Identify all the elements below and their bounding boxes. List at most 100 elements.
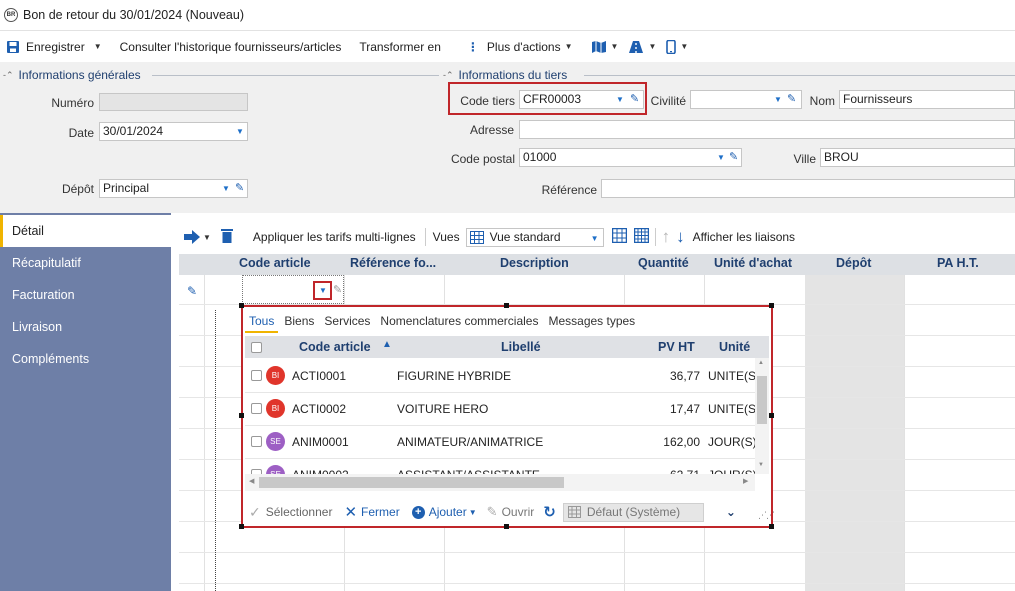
popup-column-unite[interactable]: Unité [719,340,750,354]
sidebar-item-livraison[interactable]: Livraison [0,311,171,343]
edit-row-icon[interactable]: ✎ [187,284,197,298]
edit-pencil-icon[interactable]: ✎ [630,92,639,105]
tab-tous[interactable]: Tous [245,311,279,333]
edit-pencil-icon[interactable]: ✎ [787,92,796,105]
row-checkbox[interactable] [251,436,262,447]
resize-handle[interactable] [769,303,774,308]
open-button[interactable]: Ouvrir [502,505,535,519]
chevron-down-icon[interactable]: ▼ [717,153,725,162]
chevron-down-icon[interactable]: ▼ [774,95,782,104]
code-postal-field[interactable]: 01000 [519,148,742,167]
column-header-code-article[interactable]: Code article [239,256,311,270]
chevron-down-icon[interactable]: ▼ [236,127,244,136]
code-tiers-field[interactable]: CFR00003 [519,90,644,109]
list-item[interactable]: SE ANIM0001 ANIMATEUR/ANIMATRICE 162,00 … [245,426,755,459]
apply-tariffs-button[interactable]: Appliquer les tarifs multi-lignes [253,230,416,244]
chevron-down-icon[interactable]: ▼ [469,508,477,517]
select-button[interactable]: Sélectionner [266,505,333,519]
resize-handle[interactable] [239,413,244,418]
transform-button[interactable]: Transformer en [359,40,441,54]
scroll-up-icon[interactable]: ▲ [758,360,764,366]
column-header-unite[interactable]: Unité d'achat [714,256,792,270]
resize-handle[interactable] [504,303,509,308]
insert-arrow-icon[interactable]: ▼ [183,230,211,244]
collapse-icon[interactable]: -⌃ [3,70,14,81]
resize-handle[interactable] [769,524,774,529]
popup-column-code[interactable]: Code article [299,340,371,354]
layout-select[interactable]: Défaut (Système) [562,502,704,522]
chevron-down-icon[interactable]: ▼ [616,95,624,104]
list-item[interactable]: BI ACTI0002 VOITURE HERO 17,47 UNITE(S [245,393,755,426]
show-links-button[interactable]: Afficher les liaisons [693,230,796,244]
column-header-depot[interactable]: Dépôt [836,256,871,270]
scroll-right-icon[interactable]: ▶ [743,477,748,485]
scroll-thumb[interactable] [757,376,767,424]
chevron-down-icon[interactable]: ▼ [94,42,102,51]
column-header-quantite[interactable]: Quantité [638,256,689,270]
edit-pencil-icon[interactable]: ✎ [235,181,244,194]
views-select[interactable]: Vue standard ▼ [465,227,604,247]
horizontal-scrollbar[interactable]: ◀ ▶ [245,474,755,491]
history-button[interactable]: Consulter l'historique fournisseurs/arti… [120,40,342,54]
select-all-checkbox[interactable] [251,342,262,353]
grid-settings-icon[interactable] [633,227,649,246]
row-checkbox[interactable] [251,403,262,414]
mobile-button[interactable]: ▼ [666,39,688,54]
refresh-icon[interactable]: ↻ [543,503,556,521]
resize-handle[interactable] [239,303,244,308]
sidebar-item-facturation[interactable]: Facturation [0,279,171,311]
route-button[interactable]: ▼ [628,40,656,54]
adresse-field[interactable] [519,120,1015,139]
map-button[interactable]: ▼ [591,40,618,54]
arrow-up-icon[interactable]: ↑ [662,227,671,247]
popup-column-libelle[interactable]: Libellé [501,340,541,354]
column-header-description[interactable]: Description [500,256,569,270]
nom-field[interactable]: Fournisseurs [839,90,1015,109]
map-icon [591,40,606,53]
tab-nomenclatures[interactable]: Nomenclatures commerciales [376,311,542,333]
row-checkbox[interactable] [251,370,262,381]
collapse-icon[interactable]: -⌃ [443,70,454,81]
vertical-scrollbar[interactable]: ▲ ▼ [755,358,769,474]
scroll-down-icon[interactable]: ▼ [758,462,764,468]
resize-handle[interactable] [504,524,509,529]
grid-layout-icon[interactable] [611,227,627,246]
edit-pencil-icon[interactable]: ✎ [333,283,342,296]
general-section-header[interactable]: -⌃ Informations générales [3,68,141,82]
code-tiers-label: Code tiers [460,94,515,108]
column-header-pa-ht[interactable]: PA H.T. [937,256,979,270]
tab-messages-types[interactable]: Messages types [544,311,639,333]
chevron-down-icon[interactable]: ▼ [319,286,327,295]
add-button[interactable]: Ajouter [429,505,467,519]
column-header-reference[interactable]: Référence fo... [350,256,436,270]
resize-handle[interactable] [239,524,244,529]
trash-icon[interactable] [220,228,233,246]
close-button[interactable]: Fermer [361,505,400,519]
more-actions-button[interactable]: ⋮ Plus d'actions ▼ [467,40,573,54]
sidebar-item-detail[interactable]: Détail [0,215,171,247]
resize-handle[interactable] [769,413,774,418]
arrow-down-icon[interactable]: ↓ [676,227,685,247]
chevron-down-icon[interactable]: ▼ [222,184,230,193]
tab-biens[interactable]: Biens [280,311,318,333]
numero-field[interactable] [99,93,248,111]
edit-pencil-icon[interactable]: ✎ [729,150,738,163]
tiers-section-header[interactable]: -⌃ Informations du tiers [443,68,567,82]
sidebar-item-recapitulatif[interactable]: Récapitulatif [0,247,171,279]
scroll-left-icon[interactable]: ◀ [249,477,254,485]
civilite-field[interactable] [690,90,802,109]
resize-grip-icon[interactable]: ⋰⋰ [758,510,775,521]
scroll-thumb[interactable] [259,477,564,488]
reference-field[interactable] [601,179,1015,198]
ville-field[interactable]: BROU [820,148,1015,167]
tab-services[interactable]: Services [320,311,374,333]
grid-view-icon [469,230,484,244]
chevron-down-icon[interactable]: ⌄ [726,505,736,519]
popup-column-pv[interactable]: PV HT [658,340,695,354]
more-vertical-icon: ⋮ [466,39,479,54]
date-field[interactable]: 30/01/2024 [99,122,248,141]
sidebar-item-complements[interactable]: Compléments [0,343,171,375]
save-label: Enregistrer [26,39,85,54]
list-item[interactable]: BI ACTI0001 FIGURINE HYBRIDE 36,77 UNITE… [245,360,755,393]
save-button[interactable]: Enregistrer ▼ [6,40,102,54]
